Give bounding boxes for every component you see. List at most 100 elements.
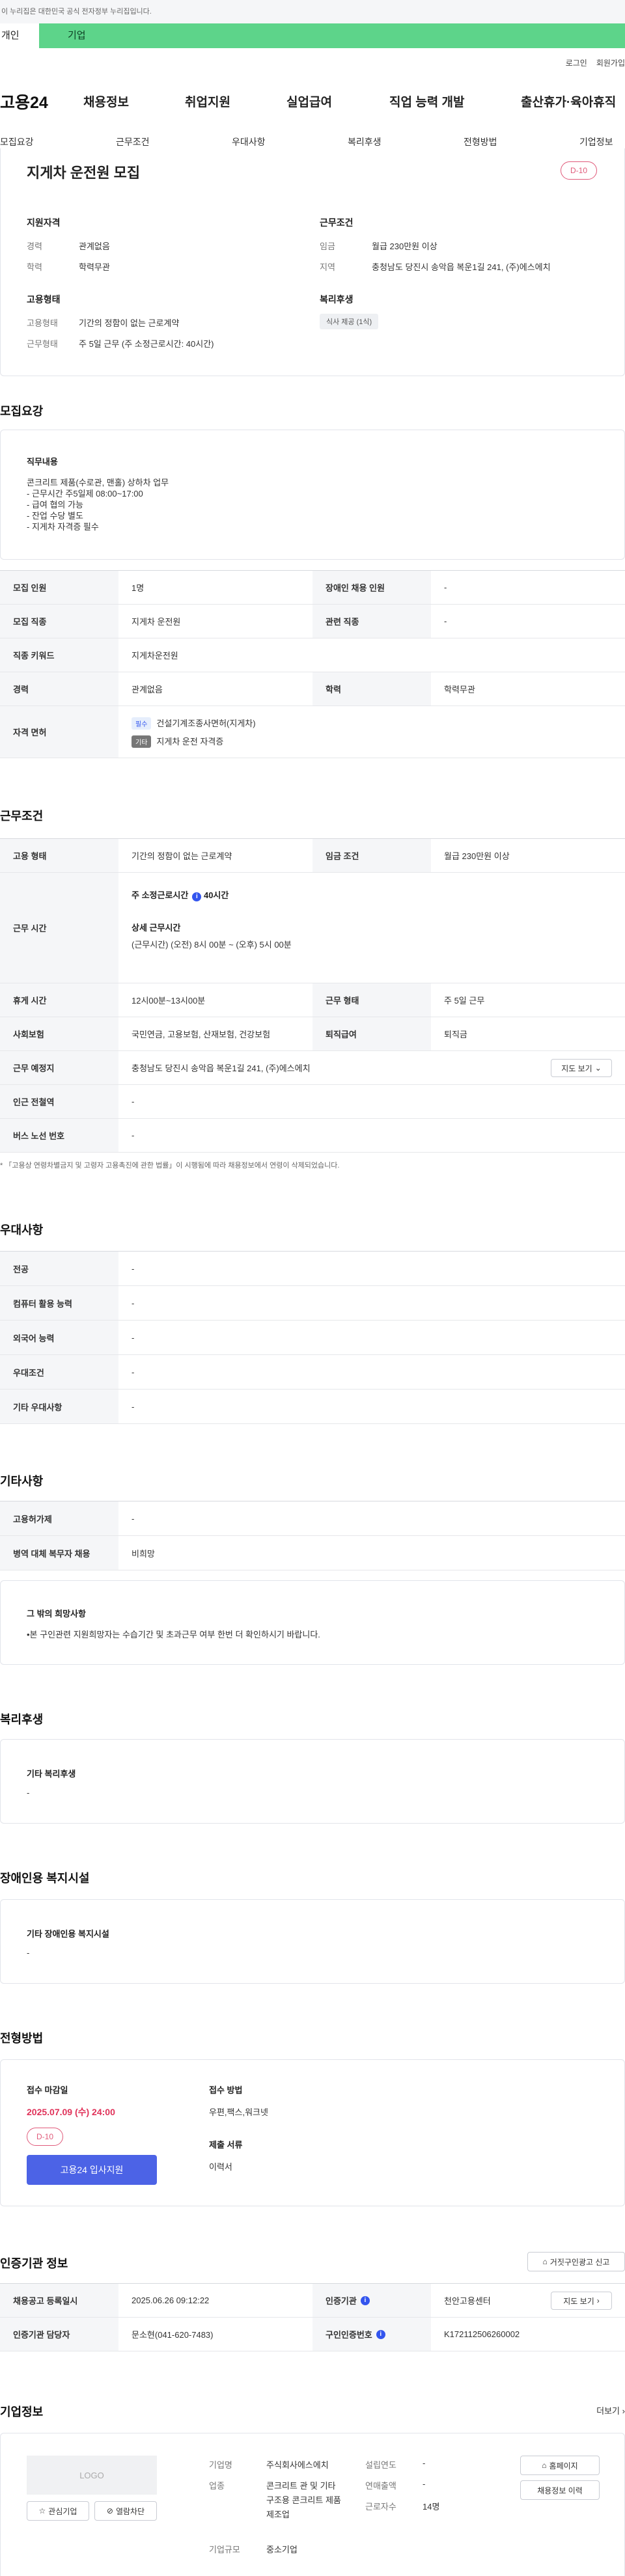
report-label: 거짓구인광고 신고 — [549, 2257, 610, 2267]
report-fake-ad-button[interactable]: ⌂ 거짓구인광고 신고 — [527, 2252, 625, 2271]
gnb-item-employment-support[interactable]: 취업지원 — [185, 92, 230, 110]
map-view-button[interactable]: 지도 보기 ⌄ — [551, 1059, 612, 1077]
home-icon: ⌂ — [542, 2461, 547, 2470]
table-row: 채용공고 등록일시 2025.06.26 09:12:22 인증기관 i 천안고용센… — [0, 2284, 625, 2318]
etc-hope-card: 그 밖의 희망사항 •본 구인관련 지원희망자는 수습기간 및 초과근무 여부 … — [0, 1580, 625, 1665]
lnb-item-recruit[interactable]: 모집요강 — [0, 135, 34, 148]
info-icon[interactable]: i — [360, 2295, 370, 2305]
edu-value: 학력무관 — [79, 262, 110, 272]
apply-button[interactable]: 고용24 입사지원 — [27, 2155, 157, 2185]
company-card: LOGO ☆ 관심기업 ⊘ 열람차단 기업명 주식회사에스에치 업종 콘크리트 관 … — [0, 2433, 625, 2576]
row-header: 우대조건 — [0, 1355, 118, 1389]
dday-badge: D-10 — [561, 161, 597, 180]
welfare-title: 복리후생 — [320, 294, 354, 305]
info-icon[interactable]: i — [376, 2329, 385, 2339]
table-row: 자격 면허 필수 건설기계조종사면허(지게차) 기타 지게차 운전 자격증 — [0, 706, 625, 758]
row-value: K172112506260002 — [444, 2329, 520, 2339]
row-header: 기타 우대사항 — [0, 1390, 118, 1423]
row-header: 인근 전철역 — [0, 1085, 118, 1118]
row-header: 근무 형태 — [312, 983, 431, 1017]
deadline-title: 접수 마감일 — [27, 2085, 68, 2095]
disabled-facility-card: 기타 장애인용 복지시설 - — [0, 1899, 625, 1984]
gnb-item-jobs[interactable]: 채용정보 — [83, 92, 129, 110]
table-row: 직종 키워드 지게차운전원 — [0, 638, 625, 672]
conditions-heading: 근무조건 — [0, 810, 44, 823]
homepage-label: 홈페이지 — [549, 2461, 578, 2471]
deadline-value: 2025.07.09 (수) 24:00 — [27, 2107, 115, 2117]
sales-value: - — [423, 2479, 426, 2489]
gnb-item-parental-leave[interactable]: 출산휴가·육아휴직 — [521, 92, 616, 110]
row-value: 주 5일 근무 — [444, 996, 485, 1006]
row-header: 모집 인원 — [0, 571, 118, 604]
lnb-item-welfare[interactable]: 복리후생 — [348, 135, 382, 148]
recruit-heading: 모집요강 — [0, 405, 44, 418]
homepage-button[interactable]: ⌂ 홈페이지 — [520, 2456, 600, 2475]
emp-title: 고용형태 — [27, 294, 61, 305]
tab-business[interactable]: 기업 — [39, 23, 625, 48]
util-menu: 로그인 회원가입 — [557, 57, 625, 68]
hope-text: •본 구인관련 지원희망자는 수습기간 및 초과근무 여부 한번 더 확인하시기… — [27, 1630, 320, 1639]
job-history-button[interactable]: 채용정보 이력 — [520, 2480, 600, 2500]
table-row: 경력 관계없음 학력 학력무관 — [0, 672, 625, 706]
company-more-link[interactable]: 더보기 › — [596, 2404, 625, 2417]
sales-label: 연매출액 — [365, 2481, 396, 2491]
row-value: 1명 — [132, 583, 145, 593]
interest-company-button[interactable]: ☆ 관심기업 — [27, 2501, 89, 2521]
table-row: 외국어 능력 - — [0, 1321, 625, 1355]
row-header: 채용공고 등록일시 — [0, 2284, 118, 2317]
block-view-button[interactable]: ⊘ 열람차단 — [94, 2501, 157, 2521]
license-required-badge: 필수 — [132, 717, 152, 730]
agency-map-button[interactable]: 지도 보기 › — [551, 2292, 612, 2310]
lnb-item-process[interactable]: 전형방법 — [464, 135, 497, 148]
table-row: 사회보험 국민연금, 고용보험, 산재보험, 건강보험 퇴직급여 퇴직금 — [0, 1017, 625, 1051]
row-value: - — [132, 1513, 135, 1524]
chevron-right-icon: › — [622, 2406, 625, 2416]
table-row: 휴게 시간 12시00분~13시00분 근무 형태 주 5일 근무 — [0, 983, 625, 1017]
join-link[interactable]: 회원가입 — [596, 59, 625, 68]
row-value: - — [132, 1401, 135, 1412]
org-label: 인증기관 — [326, 2296, 357, 2306]
row-value: 월급 230만원 이상 — [444, 851, 510, 861]
table-row: 근무 시간 주 소정근로시간 i 40시간 상세 근무시간 (근무시간) (오전)… — [0, 873, 625, 983]
row-value: 학력무관 — [444, 685, 475, 694]
company-size: 중소기업 — [266, 2545, 298, 2555]
req-title: 지원자격 — [27, 217, 61, 228]
lnb-item-company[interactable]: 기업정보 — [579, 135, 613, 148]
license-item: 필수 건설기계조종사면허(지게차) — [132, 717, 256, 730]
info-icon[interactable]: i — [192, 892, 202, 901]
row-header: 구인인증번호 i — [312, 2318, 431, 2351]
map-view-label: 지도 보기 — [561, 1063, 592, 1073]
gnb-item-vocational-training[interactable]: 직업 능력 개발 — [389, 92, 464, 110]
row-header: 직종 키워드 — [0, 638, 118, 672]
detail-hours: (근무시간) (오전) 8시 00분 ~ (오후) 5시 00분 — [132, 940, 292, 950]
site-logo[interactable]: 고용24 — [0, 90, 48, 113]
method-value: 우편,팩스,워크넷 — [209, 2107, 268, 2117]
login-link[interactable]: 로그인 — [566, 59, 587, 68]
conditions-table: 고용 형태 기간의 정함이 없는 근로계약 임금 조건 월급 230만원 이상 근무… — [0, 838, 625, 1153]
row-header: 관련 직종 — [312, 605, 431, 638]
row-value: 2025.06.26 09:12:22 — [132, 2295, 210, 2305]
employees-label: 근로자수 — [365, 2502, 396, 2512]
license-list: 필수 건설기계조종사면허(지게차) 기타 지게차 운전 자격증 — [132, 706, 256, 758]
table-row: 컴퓨터 활용 능력 - — [0, 1286, 625, 1321]
row-header: 학력 — [312, 672, 431, 706]
tab-individual[interactable]: 개인 — [0, 23, 39, 48]
row-value: 지게차 운전원 — [132, 617, 181, 627]
disabled-facility-value: - — [27, 1948, 30, 1958]
star-icon: ☆ — [38, 2506, 46, 2515]
lnb-item-preference[interactable]: 우대사항 — [232, 135, 266, 148]
row-header: 근무 시간 — [0, 873, 118, 983]
cond-title: 근무조건 — [320, 217, 354, 228]
row-header: 장애인 채용 인원 — [312, 571, 431, 604]
employees-value: 14명 — [423, 2502, 440, 2512]
detail-hours-title: 상세 근무시간 — [132, 923, 181, 933]
industry-label: 업종 — [209, 2481, 225, 2491]
emp-value: 기간의 정함이 없는 근로계약 — [79, 318, 180, 328]
welfare-etc-title: 기타 복리후생 — [27, 1769, 76, 1779]
user-type-tabs: 개인 기업 — [0, 23, 625, 48]
lnb-item-conditions[interactable]: 근무조건 — [116, 135, 150, 148]
gnb-item-unemployment-benefit[interactable]: 실업급여 — [286, 92, 332, 110]
row-value: 국민연금, 고용보험, 산재보험, 건강보험 — [132, 1030, 271, 1039]
row-value: 천안고용센터 — [444, 2296, 491, 2306]
dday-badge: D-10 — [27, 2128, 63, 2146]
